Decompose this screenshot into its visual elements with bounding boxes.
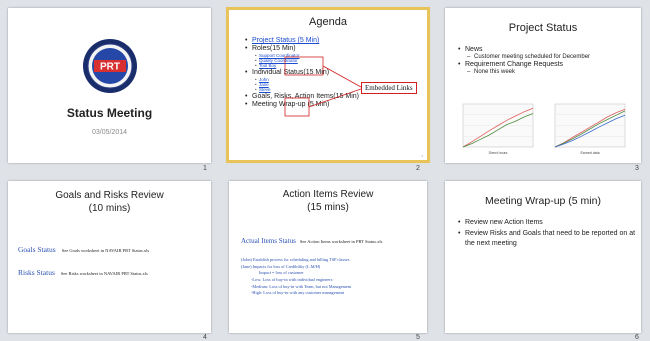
slide-1-title: Status Meeting — [66, 106, 153, 120]
goals-status-row: Goals Status See Goals worksheet in NAVA… — [18, 239, 149, 257]
slide-1-date: 03/05/2014 — [91, 129, 128, 136]
goals-status-label: Goals Status — [18, 245, 56, 254]
prt-logo: PRT — [83, 39, 137, 93]
slide-4-title: Goals and Risks Review — [55, 190, 164, 201]
action-line: (Jane) Impacts for loss of Credibility (… — [241, 263, 321, 269]
slide-number-1: 1 — [203, 165, 207, 172]
action-line: (John) Establish process for scheduling … — [241, 257, 350, 262]
action-line: -Low: Loss of buy-in with individual eng… — [251, 276, 333, 282]
slide-number-5: 5 — [416, 334, 420, 341]
slide-thumbnail-6[interactable]: Meeting Wrap-up (5 min) Review new Actio… — [445, 181, 641, 333]
goals-status-note: See Goals worksheet in NAVAIR PRT Status… — [61, 248, 150, 253]
slide-number-6: 6 — [635, 334, 639, 341]
slide-number-3: 3 — [635, 165, 639, 172]
action-line: -High: Loss of buy-in with any customer … — [251, 290, 345, 296]
slide-thumbnail-4[interactable]: Goals and Risks Review (10 mins) Goals S… — [8, 181, 211, 333]
slide-thumbnail-1[interactable]: PRT Status Meeting 03/05/2014 — [8, 8, 211, 163]
slide-5-title: Action Items Review — [282, 189, 374, 200]
wrap-up-bullet: Review Risks and Goals that need to be r… — [458, 229, 636, 249]
action-items-note: See Action Items worksheet in PRT Status… — [299, 239, 383, 244]
slide-6-title: Meeting Wrap-up (5 min) — [485, 195, 601, 207]
risks-status-row: Risks Status See Risks worksheet in NAVA… — [18, 262, 148, 280]
risks-status-label: Risks Status — [18, 268, 55, 277]
risks-status-note: See Risks worksheet in NAVAIR PRT Status… — [60, 271, 148, 276]
action-items-label: Actual Items Status — [241, 237, 296, 245]
slide-thumbnail-3[interactable]: Project Status News Customer meeting sch… — [445, 8, 641, 163]
status-sub-bullet: Customer meeting scheduled for December — [458, 54, 638, 60]
action-items-body: (John) Establish process for scheduling … — [241, 257, 423, 297]
chart-x-axis-label: Earned data — [580, 151, 599, 155]
slide-number-4: 4 — [203, 334, 207, 341]
action-line: Impact = loss of customer — [259, 270, 304, 276]
slide-4-subtitle: (10 mins) — [88, 203, 131, 214]
slide-3-title: Project Status — [508, 22, 578, 34]
slide-thumbnail-5[interactable]: Action Items Review (15 mins) Actual Ite… — [229, 181, 427, 333]
embedded-links-callout: Embedded Links — [361, 82, 417, 94]
project-status-list: News Customer meeting scheduled for Dece… — [458, 45, 638, 76]
progress-chart-2: Earned data — [554, 103, 626, 155]
prt-logo-text: PRT — [100, 62, 120, 73]
wrap-up-list: Review new Action Items Review Risks and… — [458, 218, 636, 250]
chart-x-axis-label: Direct hours — [489, 151, 508, 155]
status-bullet: News — [458, 46, 638, 53]
status-sub-bullet: None this week — [458, 69, 638, 75]
slide-2-footer-number: 2 — [421, 154, 423, 158]
status-bullet: Requirement Change Requests — [458, 61, 638, 68]
slide-number-2: 2 — [416, 165, 420, 172]
slide-thumbnail-2[interactable]: Agenda Project Status (5 Min) Roles(15 M… — [226, 7, 430, 163]
wrap-up-bullet: Review new Action Items — [458, 219, 636, 226]
slide-5-subtitle: (15 mins) — [307, 202, 349, 213]
action-items-heading: Actual Items Status See Action Items wor… — [241, 229, 421, 248]
progress-chart-1: Direct hours — [462, 103, 534, 155]
action-line: -Medium: Loss of buy-in with Team, but n… — [251, 283, 352, 289]
